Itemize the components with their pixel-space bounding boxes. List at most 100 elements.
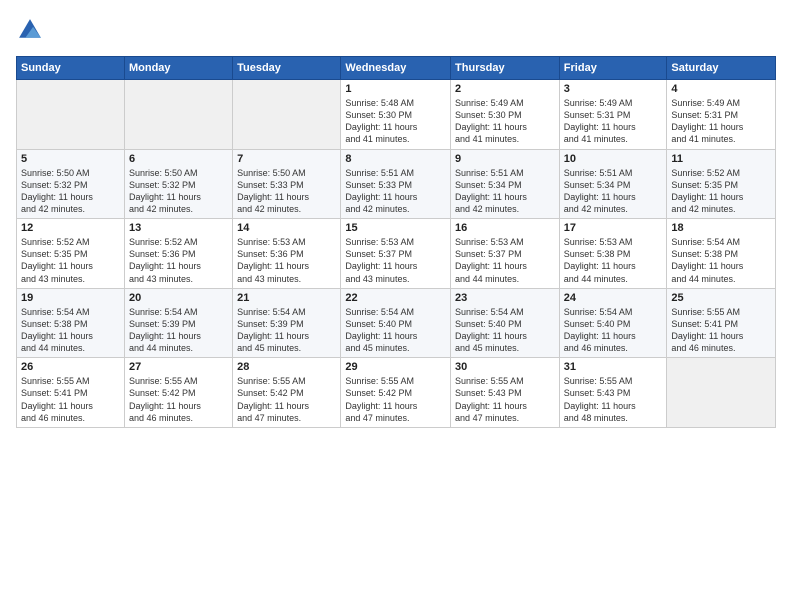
day-number: 14 — [237, 222, 336, 234]
day-number: 21 — [237, 292, 336, 304]
calendar-cell: 17Sunrise: 5:53 AM Sunset: 5:38 PM Dayli… — [559, 219, 667, 289]
weekday-header-tuesday: Tuesday — [233, 57, 341, 80]
day-info: Sunrise: 5:53 AM Sunset: 5:36 PM Dayligh… — [237, 236, 336, 285]
calendar-week-4: 19Sunrise: 5:54 AM Sunset: 5:38 PM Dayli… — [17, 288, 776, 358]
calendar-cell: 30 Sunrise: 5:55 AM Sunset: 5:43 PM Dayli… — [451, 358, 560, 428]
day-info: Sunrise: 5:54 AM Sunset: 5:38 PM Dayligh… — [21, 306, 120, 355]
calendar-cell: 22Sunrise: 5:54 AM Sunset: 5:40 PM Dayli… — [341, 288, 451, 358]
day-number: 5 — [21, 153, 120, 165]
day-info: Sunrise: 5:54 AM Sunset: 5:40 PM Dayligh… — [455, 306, 555, 355]
calendar-cell: 7 Sunrise: 5:50 AM Sunset: 5:33 PM Daylig… — [233, 149, 341, 219]
day-info: Sunrise: 5:51 AM Sunset: 5:34 PM Dayligh… — [455, 167, 555, 216]
calendar-cell: 3Sunrise: 5:49 AM Sunset: 5:31 PM Daylig… — [559, 80, 667, 150]
weekday-header-thursday: Thursday — [451, 57, 560, 80]
calendar-cell: 4 Sunrise: 5:49 AM Sunset: 5:31 PM Daylig… — [667, 80, 776, 150]
day-number: 10 — [564, 153, 663, 165]
day-info: Sunrise: 5:55 AM Sunset: 5:41 PM Dayligh… — [21, 375, 120, 424]
day-info: Sunrise: 5:52 AM Sunset: 5:35 PM Dayligh… — [671, 167, 771, 216]
calendar-cell: 23 Sunrise: 5:54 AM Sunset: 5:40 PM Dayli… — [451, 288, 560, 358]
calendar-header-row: SundayMondayTuesdayWednesdayThursdayFrid… — [17, 57, 776, 80]
day-info: Sunrise: 5:48 AM Sunset: 5:30 PM Dayligh… — [345, 97, 446, 146]
day-info: Sunrise: 5:54 AM Sunset: 5:39 PM Dayligh… — [129, 306, 228, 355]
calendar-table: SundayMondayTuesdayWednesdayThursdayFrid… — [16, 56, 776, 428]
day-number: 12 — [21, 222, 120, 234]
day-number: 17 — [564, 222, 663, 234]
calendar-week-1: 1 Sunrise: 5:48 AM Sunset: 5:30 PM Daylig… — [17, 80, 776, 150]
day-info: Sunrise: 5:49 AM Sunset: 5:31 PM Dayligh… — [671, 97, 771, 146]
calendar-cell: 29Sunrise: 5:55 AM Sunset: 5:42 PM Dayli… — [341, 358, 451, 428]
day-info: Sunrise: 5:51 AM Sunset: 5:34 PM Dayligh… — [564, 167, 663, 216]
weekday-header-friday: Friday — [559, 57, 667, 80]
calendar-cell: 13 Sunrise: 5:52 AM Sunset: 5:36 PM Dayli… — [124, 219, 232, 289]
calendar-cell — [233, 80, 341, 150]
day-number: 29 — [345, 361, 446, 373]
calendar-cell: 2Sunrise: 5:49 AM Sunset: 5:30 PM Daylig… — [451, 80, 560, 150]
weekday-header-saturday: Saturday — [667, 57, 776, 80]
day-info: Sunrise: 5:50 AM Sunset: 5:32 PM Dayligh… — [21, 167, 120, 216]
day-number: 28 — [237, 361, 336, 373]
calendar-cell: 10 Sunrise: 5:51 AM Sunset: 5:34 PM Dayli… — [559, 149, 667, 219]
day-number: 30 — [455, 361, 555, 373]
day-number: 24 — [564, 292, 663, 304]
day-info: Sunrise: 5:53 AM Sunset: 5:37 PM Dayligh… — [345, 236, 446, 285]
logo — [16, 16, 48, 44]
calendar-week-3: 12Sunrise: 5:52 AM Sunset: 5:35 PM Dayli… — [17, 219, 776, 289]
day-number: 22 — [345, 292, 446, 304]
day-info: Sunrise: 5:50 AM Sunset: 5:32 PM Dayligh… — [129, 167, 228, 216]
day-number: 31 — [564, 361, 663, 373]
calendar-cell: 16 Sunrise: 5:53 AM Sunset: 5:37 PM Dayli… — [451, 219, 560, 289]
calendar-cell: 26 Sunrise: 5:55 AM Sunset: 5:41 PM Dayli… — [17, 358, 125, 428]
calendar-cell: 5 Sunrise: 5:50 AM Sunset: 5:32 PM Daylig… — [17, 149, 125, 219]
day-number: 7 — [237, 153, 336, 165]
calendar-week-2: 5 Sunrise: 5:50 AM Sunset: 5:32 PM Daylig… — [17, 149, 776, 219]
calendar-cell: 15 Sunrise: 5:53 AM Sunset: 5:37 PM Dayli… — [341, 219, 451, 289]
day-info: Sunrise: 5:54 AM Sunset: 5:39 PM Dayligh… — [237, 306, 336, 355]
day-info: Sunrise: 5:54 AM Sunset: 5:38 PM Dayligh… — [671, 236, 771, 285]
day-number: 9 — [455, 153, 555, 165]
day-number: 11 — [671, 153, 771, 165]
day-number: 3 — [564, 83, 663, 95]
day-info: Sunrise: 5:55 AM Sunset: 5:42 PM Dayligh… — [237, 375, 336, 424]
calendar-cell: 18 Sunrise: 5:54 AM Sunset: 5:38 PM Dayli… — [667, 219, 776, 289]
day-info: Sunrise: 5:55 AM Sunset: 5:42 PM Dayligh… — [129, 375, 228, 424]
calendar-cell: 27 Sunrise: 5:55 AM Sunset: 5:42 PM Dayli… — [124, 358, 232, 428]
weekday-header-sunday: Sunday — [17, 57, 125, 80]
logo-icon — [16, 16, 44, 44]
day-info: Sunrise: 5:51 AM Sunset: 5:33 PM Dayligh… — [345, 167, 446, 216]
calendar-cell: 19Sunrise: 5:54 AM Sunset: 5:38 PM Dayli… — [17, 288, 125, 358]
calendar-cell: 9 Sunrise: 5:51 AM Sunset: 5:34 PM Daylig… — [451, 149, 560, 219]
day-info: Sunrise: 5:49 AM Sunset: 5:30 PM Dayligh… — [455, 97, 555, 146]
calendar-cell: 14 Sunrise: 5:53 AM Sunset: 5:36 PM Dayli… — [233, 219, 341, 289]
day-number: 26 — [21, 361, 120, 373]
weekday-header-wednesday: Wednesday — [341, 57, 451, 80]
weekday-header-monday: Monday — [124, 57, 232, 80]
day-info: Sunrise: 5:54 AM Sunset: 5:40 PM Dayligh… — [564, 306, 663, 355]
calendar-cell: 28 Sunrise: 5:55 AM Sunset: 5:42 PM Dayli… — [233, 358, 341, 428]
calendar-cell — [667, 358, 776, 428]
calendar-cell: 1 Sunrise: 5:48 AM Sunset: 5:30 PM Daylig… — [341, 80, 451, 150]
day-info: Sunrise: 5:53 AM Sunset: 5:37 PM Dayligh… — [455, 236, 555, 285]
day-info: Sunrise: 5:55 AM Sunset: 5:43 PM Dayligh… — [455, 375, 555, 424]
calendar-cell: 25Sunrise: 5:55 AM Sunset: 5:41 PM Dayli… — [667, 288, 776, 358]
day-number: 15 — [345, 222, 446, 234]
calendar-cell: 6Sunrise: 5:50 AM Sunset: 5:32 PM Daylig… — [124, 149, 232, 219]
calendar-cell — [17, 80, 125, 150]
day-number: 18 — [671, 222, 771, 234]
day-info: Sunrise: 5:55 AM Sunset: 5:41 PM Dayligh… — [671, 306, 771, 355]
day-info: Sunrise: 5:50 AM Sunset: 5:33 PM Dayligh… — [237, 167, 336, 216]
day-info: Sunrise: 5:55 AM Sunset: 5:43 PM Dayligh… — [564, 375, 663, 424]
calendar-cell: 12Sunrise: 5:52 AM Sunset: 5:35 PM Dayli… — [17, 219, 125, 289]
day-number: 23 — [455, 292, 555, 304]
day-number: 1 — [345, 83, 446, 95]
calendar-cell: 31 Sunrise: 5:55 AM Sunset: 5:43 PM Dayli… — [559, 358, 667, 428]
header — [16, 16, 776, 44]
day-number: 4 — [671, 83, 771, 95]
calendar-cell: 24 Sunrise: 5:54 AM Sunset: 5:40 PM Dayli… — [559, 288, 667, 358]
day-info: Sunrise: 5:52 AM Sunset: 5:36 PM Dayligh… — [129, 236, 228, 285]
day-number: 13 — [129, 222, 228, 234]
day-number: 27 — [129, 361, 228, 373]
page: SundayMondayTuesdayWednesdayThursdayFrid… — [0, 0, 792, 612]
day-number: 16 — [455, 222, 555, 234]
day-number: 8 — [345, 153, 446, 165]
calendar-cell: 20Sunrise: 5:54 AM Sunset: 5:39 PM Dayli… — [124, 288, 232, 358]
